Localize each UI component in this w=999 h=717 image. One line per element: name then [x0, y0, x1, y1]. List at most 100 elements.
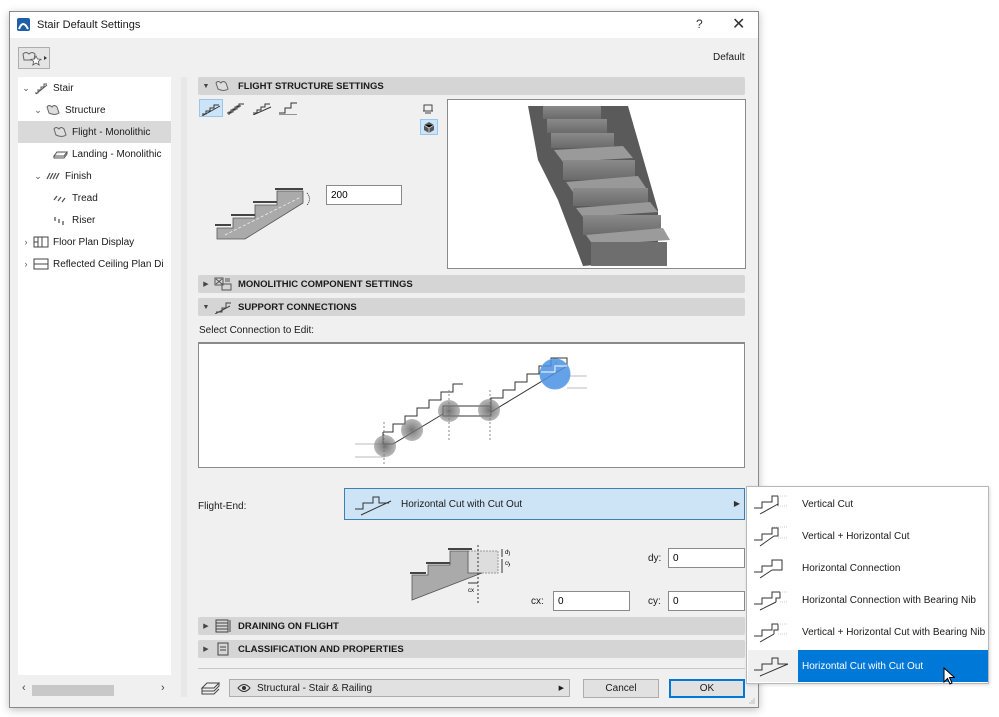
plan-view-button[interactable] — [420, 101, 438, 117]
collapse-triangle-icon: ▼ — [202, 82, 210, 90]
dialog-title: Stair Default Settings — [37, 19, 141, 31]
scrollbar-thumb[interactable] — [32, 685, 114, 696]
chevron-right-icon[interactable]: › — [21, 237, 31, 247]
menu-item-vertical-horizontal-cut-bearing-nib[interactable]: Vertical + Horizontal Cut with Bearing N… — [748, 616, 988, 648]
tree-item-label: Tread — [72, 192, 98, 204]
flight-thickness-diagram — [215, 188, 310, 240]
mouse-cursor-icon — [943, 667, 955, 685]
connection-point-landing-start[interactable] — [438, 400, 460, 422]
tree-item-label: Landing - Monolithic — [72, 148, 162, 160]
stepped-stair-icon — [227, 103, 244, 115]
archicad-logo-icon — [17, 18, 30, 31]
pane-divider[interactable] — [181, 77, 187, 697]
sloped-stair-icon — [201, 104, 221, 117]
cut-out-dimensions-diagram: dy cy cx — [410, 545, 510, 603]
tree-item-finish[interactable]: ⌄ Finish — [18, 165, 171, 187]
vertical-cut-icon — [754, 495, 788, 515]
menu-item-vertical-horizontal-cut[interactable]: Vertical + Horizontal Cut — [748, 520, 988, 552]
panel-header-support-connections[interactable]: ▼ SUPPORT CONNECTIONS — [198, 298, 745, 316]
menu-item-label: Vertical Cut — [802, 498, 854, 510]
chevron-down-icon[interactable]: ⌄ — [21, 83, 31, 94]
chevron-right-icon[interactable]: › — [21, 259, 31, 269]
horizontal-cut-with-cut-out-icon — [754, 657, 789, 677]
panel-title: SUPPORT CONNECTIONS — [238, 301, 357, 313]
menu-item-horizontal-connection[interactable]: Horizontal Connection — [748, 552, 988, 584]
panel-header-classification[interactable]: ▶ CLASSIFICATION AND PROPERTIES — [198, 640, 745, 658]
connection-point-landing-end[interactable] — [478, 399, 500, 421]
stair-connections-schematic — [355, 357, 587, 466]
tree-item-structure[interactable]: ⌄ Structure — [18, 99, 171, 121]
chevron-down-icon[interactable]: ⌄ — [33, 105, 43, 116]
tree-item-floor-plan-display[interactable]: › Floor Plan Display — [18, 231, 171, 253]
panel-header-draining[interactable]: ▶ DRAINING ON FLIGHT — [198, 617, 745, 635]
expand-triangle-icon: ▶ — [203, 646, 209, 653]
dy-input[interactable] — [668, 548, 745, 568]
ok-button[interactable]: OK — [669, 679, 745, 698]
layer-dropdown[interactable]: Structural - Stair & Railing ▶ — [229, 679, 570, 697]
scroll-left-icon[interactable]: ‹ — [22, 682, 26, 694]
tree-item-reflected-ceiling-plan[interactable]: › Reflected Ceiling Plan Di — [18, 253, 171, 275]
connection-point-flight-start[interactable] — [374, 435, 396, 457]
flight-thickness-input[interactable] — [326, 185, 402, 205]
menu-item-horizontal-connection-bearing-nib[interactable]: Horizontal Connection with Bearing Nib — [748, 584, 988, 616]
flight-icon — [53, 127, 67, 137]
stair-icon — [35, 83, 48, 95]
favorites-star-icon — [22, 52, 47, 66]
menu-item-vertical-cut[interactable]: Vertical Cut — [748, 488, 988, 520]
tree-item-label: Stair — [53, 82, 74, 94]
flight-end-label: Flight-End: — [198, 501, 247, 512]
draining-icon — [215, 619, 231, 633]
structure-type-sloped-button[interactable] — [199, 99, 223, 117]
cy-input[interactable] — [668, 591, 745, 611]
panel-header-monolithic-component[interactable]: ▶ MONOLITHIC COMPONENT SETTINGS — [198, 275, 745, 293]
sloped-stepped-stair-icon — [252, 103, 272, 116]
structure-type-sloped-stepped-button[interactable] — [251, 99, 275, 117]
panel-title: DRAINING ON FLIGHT — [238, 620, 339, 632]
3d-stair-preview[interactable] — [447, 99, 746, 269]
connection-point-flight-1-end[interactable] — [401, 419, 423, 441]
cx-input[interactable] — [553, 591, 630, 611]
horizontal-connection-icon — [754, 559, 783, 579]
favorites-button[interactable] — [18, 47, 50, 69]
panel-title: MONOLITHIC COMPONENT SETTINGS — [238, 278, 413, 290]
panel-title: CLASSIFICATION AND PROPERTIES — [238, 643, 404, 655]
eye-icon — [237, 684, 251, 692]
tree-item-tread[interactable]: Tread — [18, 187, 171, 209]
monolithic-component-icon — [214, 277, 232, 291]
expand-triangle-icon: ▶ — [203, 281, 209, 288]
flight-structure-icon — [215, 81, 229, 91]
submenu-arrow-icon: ▶ — [733, 499, 740, 508]
menu-item-label: Horizontal Cut with Cut Out — [802, 660, 924, 672]
flight-end-value: Horizontal Cut with Cut Out — [401, 498, 523, 510]
flight-end-dropdown[interactable]: Horizontal Cut with Cut Out ▶ — [344, 488, 745, 520]
structure-icon — [46, 105, 60, 115]
stair-3d-render — [528, 106, 670, 266]
tree-item-stair[interactable]: ⌄ Stair — [18, 77, 171, 99]
tree-item-label: Finish — [65, 170, 92, 182]
menu-item-label: Vertical + Horizontal Cut with Bearing N… — [802, 626, 986, 638]
panel-header-flight-structure[interactable]: ▼ FLIGHT STRUCTURE SETTINGS — [198, 77, 745, 95]
tree-item-landing-monolithic[interactable]: Landing - Monolithic — [18, 143, 171, 165]
collapse-triangle-icon: ▼ — [202, 303, 210, 311]
tree-item-label: Flight - Monolithic — [72, 126, 151, 138]
tree-item-flight-monolithic[interactable]: Flight - Monolithic — [18, 121, 171, 143]
cancel-button[interactable]: Cancel — [583, 679, 659, 698]
tree-item-riser[interactable]: Riser — [18, 209, 171, 231]
connection-selector-diagram[interactable] — [198, 342, 745, 468]
tree-horizontal-scrollbar[interactable]: ‹ › — [18, 682, 171, 698]
finish-icon — [46, 172, 60, 180]
chevron-down-icon[interactable]: ⌄ — [33, 171, 43, 182]
tree-item-label: Floor Plan Display — [53, 236, 135, 248]
structure-type-cantilevered-button[interactable] — [277, 99, 301, 117]
vertical-horizontal-cut-bearing-nib-icon — [754, 623, 788, 643]
menu-item-label: Vertical + Horizontal Cut — [802, 530, 910, 542]
scroll-right-icon[interactable]: › — [161, 682, 165, 694]
help-button[interactable]: ? — [696, 17, 703, 31]
3d-view-button[interactable] — [420, 119, 438, 135]
structure-type-stepped-button[interactable] — [225, 99, 249, 117]
diagram-cx-label: cx — [468, 588, 474, 594]
vertical-horizontal-cut-icon — [754, 526, 788, 547]
resize-grip-icon[interactable] — [748, 697, 756, 705]
connection-point-flight-end-selected[interactable] — [539, 358, 571, 390]
close-button[interactable]: ✕ — [732, 14, 745, 33]
